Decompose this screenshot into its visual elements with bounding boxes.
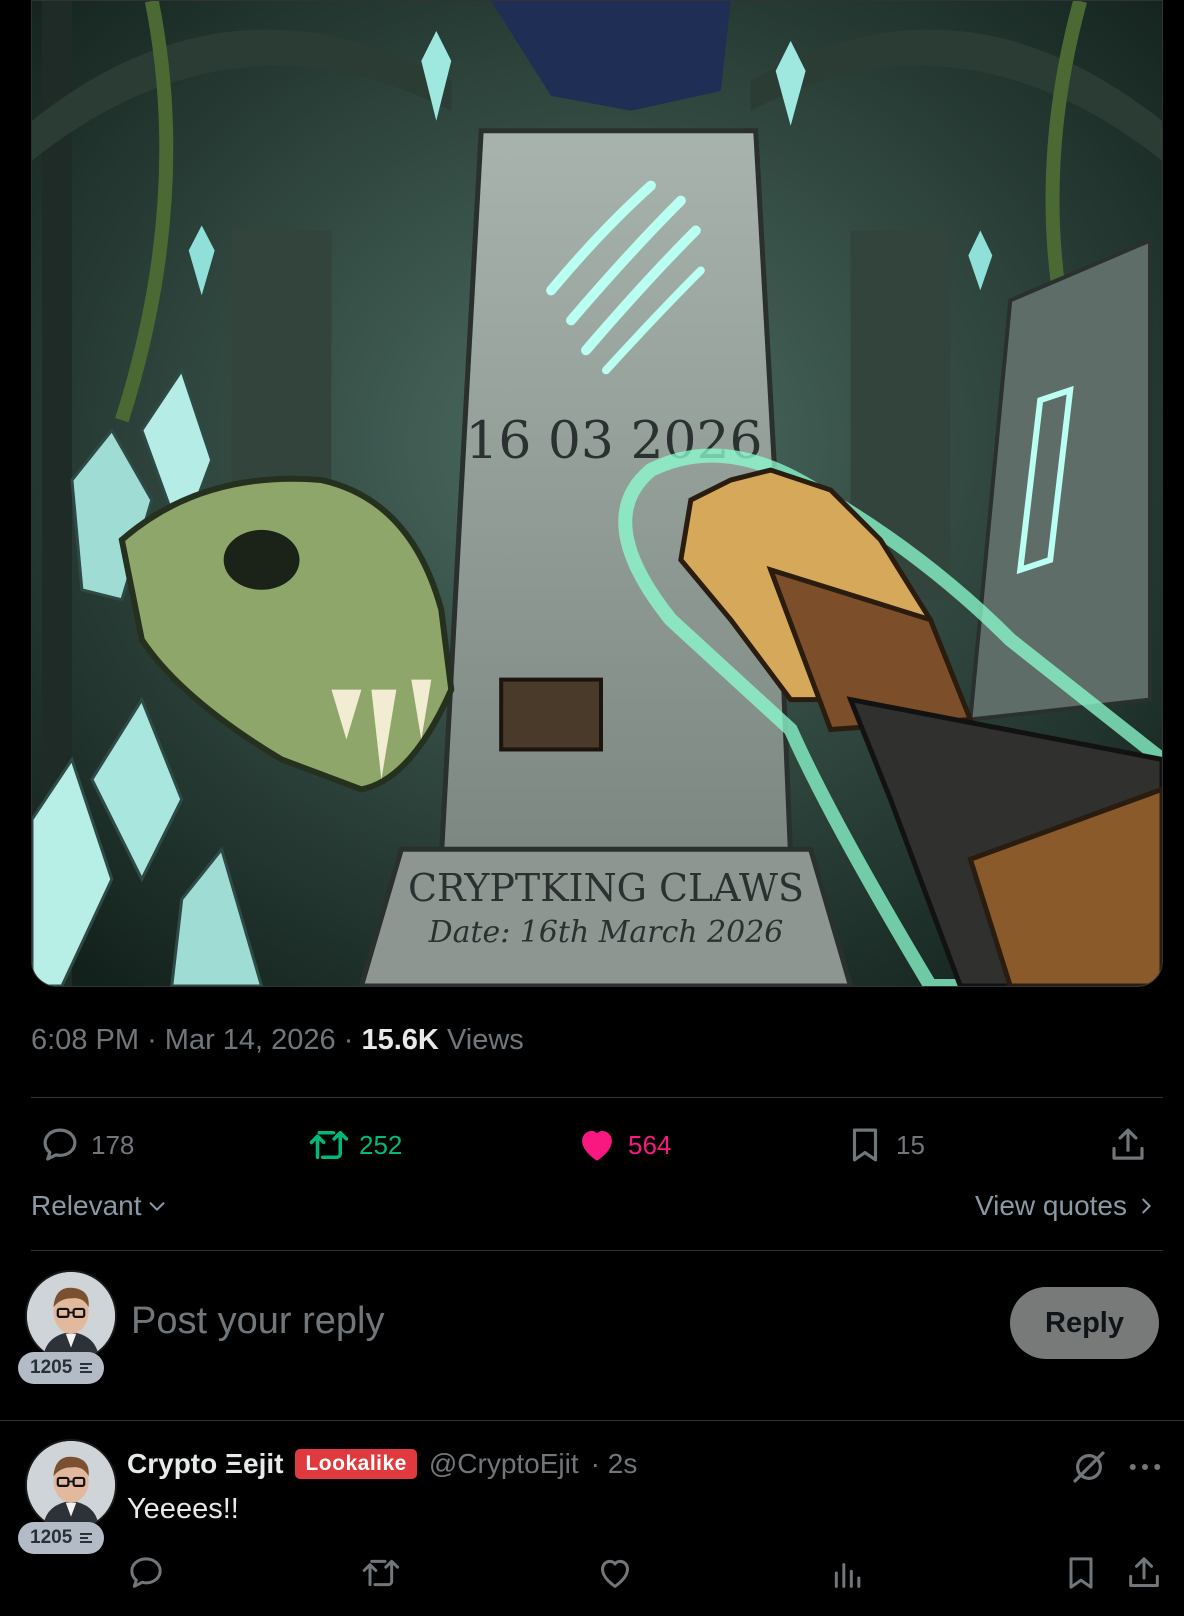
post-time[interactable]: 6:08 PM [31, 1024, 139, 1056]
more-options-button[interactable] [1124, 1446, 1166, 1488]
grok-button[interactable] [1068, 1446, 1110, 1488]
bookmark-icon [1069, 1557, 1093, 1589]
level-badge: 1205 [18, 1522, 105, 1554]
level-value: 1205 [30, 1357, 73, 1378]
reply-bookmark-button[interactable] [1061, 1553, 1101, 1593]
divider [0, 1420, 1184, 1421]
view-quotes-link[interactable]: View quotes [975, 1190, 1157, 1222]
level-icon [80, 1533, 93, 1543]
bookmark-action[interactable]: 15 [844, 1124, 925, 1166]
reply-author-avatar[interactable] [25, 1439, 117, 1531]
share-icon [1112, 1128, 1144, 1160]
reply-retweet-button[interactable] [360, 1553, 400, 1593]
share-action[interactable] [1107, 1124, 1149, 1166]
sort-label: Relevant [31, 1190, 142, 1221]
retweet-action[interactable]: 252 [307, 1124, 402, 1166]
reply-like-button[interactable] [595, 1553, 635, 1593]
post-meta: 6:08 PM · Mar 14, 2026 · 15.6K Views [31, 1024, 524, 1057]
reply-input[interactable]: Post your reply [131, 1300, 384, 1343]
meta-separator: · [147, 1024, 157, 1056]
heart-icon [601, 1559, 629, 1588]
reply-time[interactable]: · 2s [591, 1448, 638, 1480]
chevron-right-icon [1142, 1198, 1151, 1214]
analytics-icon [834, 1563, 861, 1588]
share-icon [1129, 1557, 1159, 1587]
heart-filled-icon [582, 1131, 612, 1161]
replies-sort-row: Relevant View quotes [31, 1190, 1163, 1230]
retweet-icon [362, 1559, 399, 1587]
post-image[interactable]: 16 03 2026 CRYPTKING CLAWS Date: 16th Ma… [31, 0, 1163, 987]
reply-header: Crypto Ξejit Lookalike @CryptoEjit · 2s [127, 1448, 637, 1480]
plaque-subtitle: Date: 16th March 2026 [428, 915, 784, 950]
grok-icon [1073, 1451, 1105, 1483]
plaque-title: CRYPTKING CLAWS [408, 866, 804, 910]
chevron-down-icon [149, 1202, 164, 1211]
reply-author-name[interactable]: Crypto Ξejit [127, 1448, 283, 1480]
reply-share-button[interactable] [1124, 1553, 1164, 1593]
reply-count: 178 [91, 1129, 135, 1160]
post-date[interactable]: Mar 14, 2026 [165, 1024, 336, 1056]
composer-avatar[interactable] [25, 1270, 117, 1362]
sort-dropdown[interactable]: Relevant [31, 1190, 168, 1222]
divider [31, 1250, 1163, 1251]
reply-icon [130, 1557, 162, 1588]
user-portrait [27, 1441, 115, 1529]
user-portrait [27, 1272, 115, 1360]
bookmark-count: 15 [896, 1129, 925, 1160]
reply-button[interactable]: Reply [1010, 1287, 1159, 1359]
reply-action[interactable]: 178 [39, 1124, 134, 1166]
reply-reply-button[interactable] [126, 1553, 166, 1593]
like-action[interactable]: 564 [576, 1124, 671, 1166]
like-count: 564 [628, 1129, 672, 1160]
lookalike-badge: Lookalike [295, 1449, 417, 1479]
divider [31, 1097, 1163, 1098]
views-label: Views [446, 1024, 524, 1056]
reply-actions [0, 1553, 1184, 1597]
reply-views-button[interactable] [828, 1553, 868, 1593]
level-badge: 1205 [18, 1352, 105, 1384]
retweet-icon [309, 1131, 349, 1159]
bookmark-icon [852, 1128, 878, 1162]
level-icon [80, 1363, 93, 1373]
tweet-detail-page: 16 03 2026 CRYPTKING CLAWS Date: 16th Ma… [0, 0, 1184, 1616]
retweet-count: 252 [359, 1129, 403, 1160]
more-icon [1129, 1464, 1161, 1470]
views-count[interactable]: 15.6K [361, 1024, 438, 1056]
reply-icon [43, 1128, 77, 1161]
reply-author-handle[interactable]: @CryptoEjit [429, 1448, 579, 1480]
meta-separator: · [343, 1024, 354, 1056]
view-quotes-label: View quotes [974, 1190, 1127, 1221]
level-value: 1205 [30, 1527, 73, 1548]
reply-text: Yeeees!! [127, 1493, 239, 1525]
post-actions: 178 252 564 15 [31, 1124, 1163, 1172]
